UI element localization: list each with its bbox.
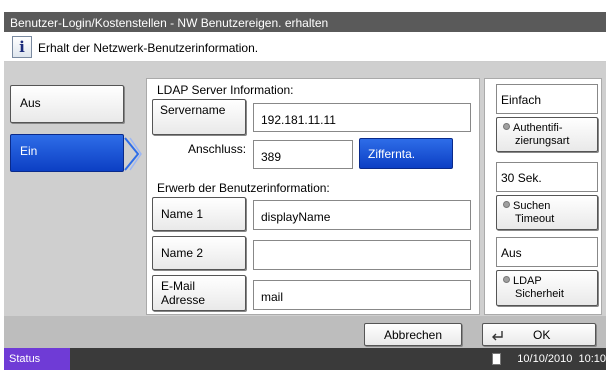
timeout-unit: Sek. — [517, 171, 542, 185]
off-button-label: Aus — [20, 96, 41, 110]
enter-icon — [492, 331, 503, 341]
search-timeout-button[interactable]: Suchen Timeout — [496, 195, 598, 230]
user-info-heading: Erwerb der Benutzerinformation: — [157, 181, 330, 195]
email-address-label-line1: E-Mail — [161, 279, 196, 293]
info-text: Erhalt der Netzwerk-Benutzerinformation. — [38, 41, 259, 55]
timeout-value-box: 30 Sek. — [496, 162, 598, 192]
servername-value: 192.181.11.11 — [261, 113, 336, 127]
on-button-label: Ein — [20, 144, 38, 158]
indicator-dot-icon — [503, 201, 510, 208]
ldap-security-label-line1: LDAP — [513, 275, 542, 287]
port-value: 389 — [261, 150, 282, 164]
servername-button-label: Servername — [160, 103, 226, 117]
off-button[interactable]: Aus — [10, 85, 124, 123]
numeric-keys-label: Ziffernta. — [368, 147, 416, 161]
status-button[interactable]: Status — [4, 348, 70, 370]
name1-value: displayName — [261, 210, 331, 224]
search-timeout-label-line2: Timeout — [515, 213, 555, 225]
indicator-dot-icon — [503, 123, 510, 130]
servername-field[interactable]: 192.181.11.11 — [253, 103, 471, 132]
status-datetime: 10/10/2010 10:10 — [517, 353, 606, 365]
cancel-button[interactable]: Abbrechen — [364, 323, 462, 346]
ldap-security-label-line2: Sicherheit — [515, 288, 564, 300]
security-value: Aus — [501, 246, 522, 260]
name2-button-label: Name 2 — [161, 246, 204, 260]
info-bar: i Erhalt der Netzwerk-Benutzerinformatio… — [4, 32, 606, 62]
info-icon: i — [12, 36, 32, 58]
name1-button-label: Name 1 — [161, 207, 204, 221]
name2-button[interactable]: Name 2 — [152, 236, 246, 270]
ok-button-label: OK — [533, 328, 551, 342]
name2-field[interactable] — [253, 240, 471, 270]
email-address-label-line2: Adresse — [161, 293, 206, 307]
name1-button[interactable]: Name 1 — [152, 197, 246, 231]
auth-type-button[interactable]: Authentifi- zierungsart — [496, 117, 598, 152]
window-title: Benutzer-Login/Kostenstellen - NW Benutz… — [4, 12, 606, 32]
email-value: mail — [261, 290, 284, 304]
search-timeout-label-line1: Suchen — [513, 200, 551, 212]
ldap-server-heading: LDAP Server Information: — [157, 83, 294, 97]
timeout-value: 30 — [501, 171, 515, 185]
auth-type-label-line2: zierungsart — [515, 135, 570, 147]
port-field[interactable]: 389 — [253, 140, 353, 169]
port-label: Anschluss: — [188, 142, 247, 156]
on-button[interactable]: Ein — [10, 134, 124, 172]
cancel-button-label: Abbrechen — [383, 328, 443, 342]
auth-type-value: Einfach — [501, 93, 542, 107]
auth-type-label-line1: Authentifi- — [513, 122, 563, 134]
selection-arrow-icon — [124, 137, 142, 171]
auth-type-value-box: Einfach — [496, 84, 598, 114]
status-bar: Status 10/10/2010 10:10 — [4, 348, 606, 370]
numeric-keys-button[interactable]: Ziffernta. — [359, 138, 453, 169]
email-field[interactable]: mail — [253, 280, 471, 310]
ldap-security-button[interactable]: LDAP Sicherheit — [496, 270, 598, 306]
memory-card-icon — [492, 353, 501, 365]
email-address-button[interactable]: E-Mail Adresse — [152, 275, 246, 311]
ok-button[interactable]: OK — [482, 323, 596, 346]
servername-button[interactable]: Servername — [152, 99, 246, 135]
security-value-box: Aus — [496, 237, 598, 267]
indicator-dot-icon — [503, 276, 510, 283]
name1-field[interactable]: displayName — [253, 200, 471, 230]
